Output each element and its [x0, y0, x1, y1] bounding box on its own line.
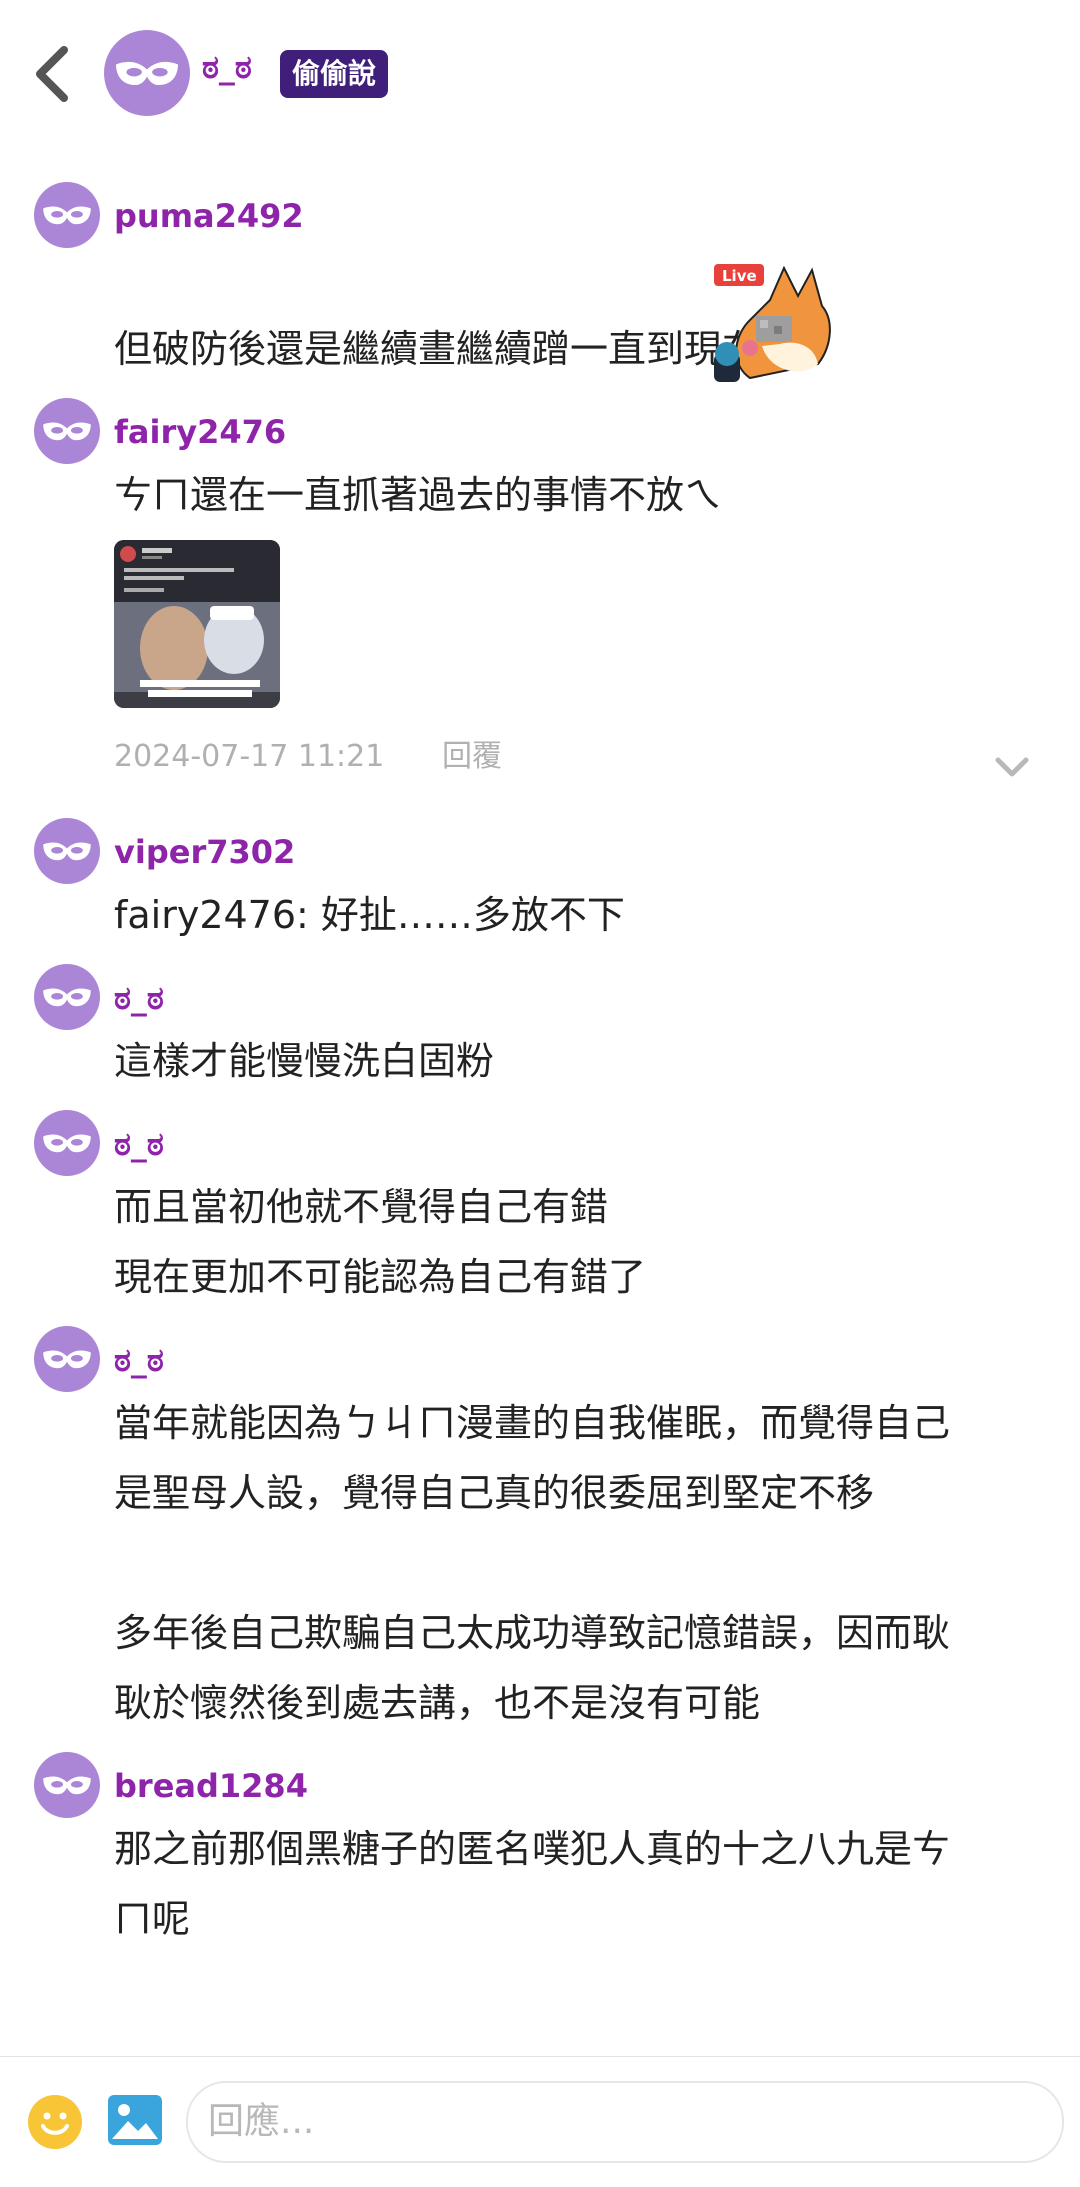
reply-button[interactable]: 回覆 — [442, 722, 502, 792]
back-chevron-icon[interactable] — [30, 44, 78, 104]
comment-text: 耿於懷然後到處去講，也不是沒有可能 — [114, 1681, 761, 1725]
comment-item: puma2492 但破防後還是繼續畫繼續蹭一直到現在 Live — [0, 168, 1080, 384]
mask-avatar-icon[interactable] — [34, 1752, 100, 1818]
attached-image-thumbnail[interactable] — [114, 540, 280, 708]
comment-text: ㄘㄇ還在一直抓著過去的事情不放ㄟ — [114, 473, 723, 517]
top-bar: ಠ_ಠ 偷偷說 — [0, 0, 1080, 150]
comment-text: 現在更加不可能認為自己有錯了 — [114, 1255, 647, 1299]
comment-text: 但破防後還是繼續畫繼續蹭一直到現在 — [114, 327, 761, 371]
svg-text:Live: Live — [722, 267, 757, 285]
comment-item: ಠ_ಠ 而且當初他就不覺得自己有錯 現在更加不可能認為自己有錯了 — [0, 1096, 1080, 1312]
mask-avatar-icon[interactable] — [34, 1110, 100, 1176]
comment-text: 是聖母人設，覺得自己真的很委屈到堅定不移 — [114, 1471, 875, 1515]
comment-username[interactable]: ಠ_ಠ — [114, 950, 1040, 1026]
comment-item: ಠ_ಠ 這樣才能慢慢洗白固粉 — [0, 950, 1080, 1096]
comment-meta: 2024-07-17 11:21 回覆 — [114, 722, 1040, 792]
comment-item: fairy2476 ㄘㄇ還在一直抓著過去的事情不放ㄟ 2024-07-17 11… — [0, 384, 1080, 792]
comment-text: 這樣才能慢慢洗白固粉 — [114, 1039, 495, 1083]
reply-composer: 回應... — [0, 2056, 1080, 2187]
comment-text: fairy2476: 好扯……多放不下 — [114, 893, 625, 937]
image-icon[interactable] — [108, 2095, 162, 2145]
comment-username[interactable]: ಠ_ಠ — [114, 1096, 1040, 1172]
mask-avatar-icon[interactable] — [34, 964, 100, 1030]
comment-username[interactable]: fairy2476 — [114, 384, 1040, 460]
comment-username[interactable]: viper7302 — [114, 804, 1040, 880]
chevron-down-icon[interactable] — [994, 738, 1030, 777]
comment-text: 多年後自己欺騙自己太成功導致記憶錯誤，因而耿 — [114, 1611, 951, 1655]
mask-avatar-icon[interactable] — [34, 182, 100, 248]
comment-text: ㄇ呢 — [114, 1897, 191, 1941]
comment-item: bread1284 那之前那個黑糖子的匿名噗犯人真的十之八九是ㄘ ㄇ呢 — [0, 1738, 1080, 1954]
anonymous-badge: 偷偷說 — [280, 50, 389, 98]
comment-username[interactable]: ಠ_ಠ — [114, 1312, 1040, 1388]
comment-item: viper7302 fairy2476: 好扯……多放不下 — [0, 804, 1080, 950]
comment-timestamp: 2024-07-17 11:21 — [114, 739, 385, 774]
comment-username[interactable]: bread1284 — [114, 1738, 1040, 1814]
thread-author-name[interactable]: ಠ_ಠ — [202, 48, 252, 87]
reply-input[interactable]: 回應... — [186, 2081, 1064, 2163]
paragraph-break — [114, 1528, 1040, 1598]
smile-icon[interactable] — [28, 2095, 82, 2149]
comment-username[interactable]: puma2492 — [114, 168, 1040, 244]
mask-avatar-icon[interactable] — [34, 818, 100, 884]
mask-avatar-icon[interactable] — [104, 30, 190, 116]
comment-text: 那之前那個黑糖子的匿名噗犯人真的十之八九是ㄘ — [114, 1827, 951, 1871]
mask-avatar-icon[interactable] — [34, 1326, 100, 1392]
live-fox-sticker: Live — [710, 260, 840, 384]
mask-avatar-icon[interactable] — [34, 398, 100, 464]
comment-item: ಠ_ಠ 當年就能因為ㄅㄐㄇ漫畫的自我催眠，而覺得自己 是聖母人設，覺得自己真的很… — [0, 1312, 1080, 1738]
comment-text: 當年就能因為ㄅㄐㄇ漫畫的自我催眠，而覺得自己 — [114, 1401, 951, 1445]
comment-text: 而且當初他就不覺得自己有錯 — [114, 1185, 609, 1229]
comment-list: puma2492 但破防後還是繼續畫繼續蹭一直到現在 Live fairy247… — [0, 168, 1080, 1954]
